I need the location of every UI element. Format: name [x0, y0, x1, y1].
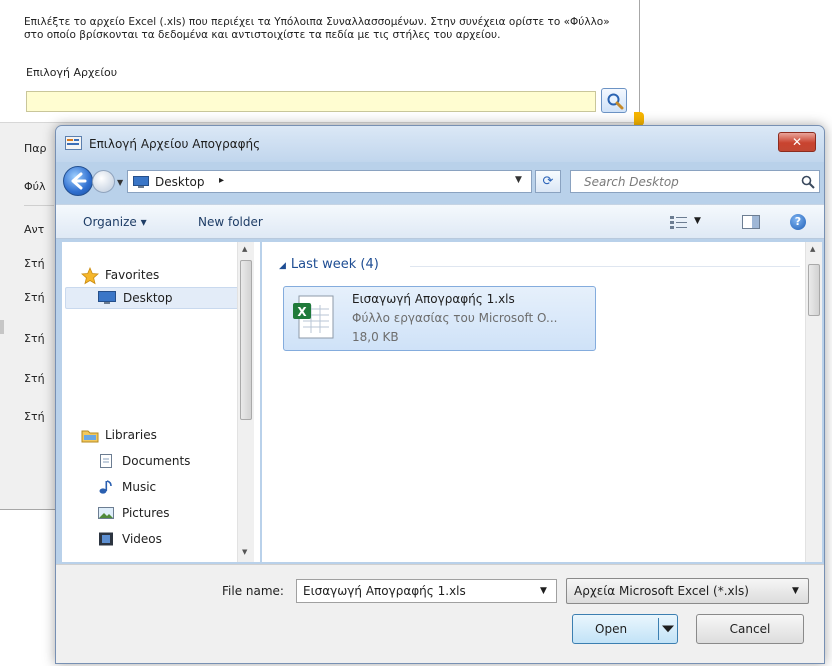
star-icon [81, 267, 99, 285]
file-name-label: File name: [222, 584, 284, 598]
address-dropdown-icon[interactable]: ▼ [515, 175, 522, 185]
back-arrow-icon [71, 172, 87, 190]
close-button[interactable]: ✕ [778, 132, 816, 152]
nav-pictures[interactable]: Pictures [98, 505, 228, 523]
organize-menu[interactable]: Organize ▾ [83, 215, 147, 229]
file-name: Εισαγωγή Απογραφής 1.xls [352, 292, 515, 306]
change-view-icon[interactable] [670, 215, 688, 229]
magnifier-icon [607, 93, 624, 110]
recent-locations-icon[interactable]: ▼ [117, 178, 123, 187]
file-group-header[interactable]: ◢ Last week (4) [279, 257, 379, 272]
group-divider [410, 266, 800, 267]
wizard-partial-label: Παρ [24, 142, 47, 155]
wizard-partial-label: Στή [24, 291, 45, 304]
file-type: Φύλλο εργασίας του Microsoft O... [352, 311, 558, 325]
new-folder-button[interactable]: New folder [198, 215, 263, 229]
videos-icon [99, 532, 113, 546]
search-placeholder: Search Desktop [584, 175, 679, 189]
cancel-button[interactable]: Cancel [696, 614, 804, 644]
help-icon[interactable]: ? [790, 214, 806, 230]
address-location[interactable]: Desktop [155, 175, 205, 189]
nav-favorites-label: Favorites [105, 268, 160, 282]
wizard-divider [24, 205, 54, 206]
navigation-pane: Favorites Desktop Libraries Documents Mu… [62, 242, 260, 562]
desktop-icon [98, 291, 116, 304]
navigation-scrollbar[interactable]: ▲ ▼ [237, 242, 254, 562]
file-type-dropdown-icon[interactable]: ▼ [792, 586, 799, 596]
open-button[interactable]: Open [572, 614, 678, 644]
breadcrumb-arrow-icon[interactable]: ▸ [219, 175, 224, 186]
documents-icon [100, 454, 112, 468]
view-dropdown-icon[interactable]: ▼ [694, 216, 701, 226]
file-item[interactable]: X Εισαγωγή Απογραφής 1.xls Φύλλο εργασία… [283, 286, 596, 351]
wizard-accent-edge [634, 112, 644, 126]
scroll-down-icon[interactable]: ▼ [242, 548, 247, 556]
refresh-button[interactable]: ⟳ [535, 170, 561, 193]
navigation-scroll-thumb[interactable] [240, 260, 252, 420]
file-type-select[interactable]: Αρχεία Microsoft Excel (*.xls) ▼ [566, 578, 809, 604]
dialog-app-icon [65, 136, 82, 150]
scroll-up-icon[interactable]: ▲ [242, 245, 247, 253]
svg-text:X: X [297, 305, 307, 319]
open-file-dialog: Επιλογή Αρχείου Απογραφής ✕ ▼ Desktop ▸ … [55, 125, 825, 664]
dialog-titlebar[interactable]: Επιλογή Αρχείου Απογραφής ✕ [56, 126, 824, 162]
browse-file-button[interactable] [601, 88, 627, 113]
nav-favorites[interactable]: Favorites [81, 267, 231, 285]
open-split-divider [658, 618, 659, 640]
refresh-icon: ⟳ [542, 174, 554, 189]
nav-libraries[interactable]: Libraries [81, 427, 231, 445]
nav-music[interactable]: Music [98, 479, 228, 497]
wizard-partial-label: Στή [24, 257, 45, 270]
file-size: 18,0 KB [352, 330, 399, 344]
open-button-label: Open [595, 622, 628, 636]
file-name-value[interactable]: Εισαγωγή Απογραφής 1.xls [303, 584, 466, 598]
file-group-label: Last week (4) [290, 257, 379, 272]
address-bar[interactable]: Desktop ▸ ▼ [127, 170, 532, 193]
wizard-partial-label: Φύλ [24, 180, 46, 193]
dialog-title: Επιλογή Αρχείου Απογραφής [89, 137, 261, 151]
excel-file-icon: X [293, 295, 334, 339]
nav-documents-label: Documents [122, 454, 191, 468]
nav-videos[interactable]: Videos [98, 531, 228, 549]
file-list-scroll-thumb[interactable] [808, 264, 820, 316]
nav-music-label: Music [122, 480, 157, 494]
open-options-arrow-icon[interactable] [662, 625, 674, 633]
window-edge-notch [0, 320, 4, 334]
nav-videos-label: Videos [122, 532, 162, 546]
nav-desktop[interactable]: Desktop [65, 287, 239, 309]
command-bar: Organize ▾ New folder ▼ ? [56, 204, 824, 239]
pictures-icon [98, 507, 114, 519]
back-button[interactable] [63, 166, 93, 196]
file-type-value: Αρχεία Microsoft Excel (*.xls) [574, 584, 749, 598]
wizard-top-panel: Επιλέξτε το αρχείο Excel (.xls) που περι… [0, 0, 639, 123]
file-path-input[interactable] [26, 91, 596, 112]
nav-pictures-label: Pictures [122, 506, 170, 520]
wizard-instructions: Επιλέξτε το αρχείο Excel (.xls) που περι… [24, 16, 610, 41]
wizard-partial-label: Στή [24, 372, 45, 385]
file-list-scrollbar[interactable]: ▲ [805, 242, 822, 562]
file-select-label: Επιλογή Αρχείου [26, 66, 118, 79]
file-list-pane: ◢ Last week (4) X Εισαγωγή Απογραφής 1.xl… [262, 242, 822, 562]
wizard-partial-label: Αντ [24, 223, 45, 236]
scroll-up-icon[interactable]: ▲ [810, 245, 815, 253]
music-icon [99, 480, 112, 494]
nav-libraries-label: Libraries [105, 428, 157, 442]
forward-button[interactable] [92, 170, 115, 193]
search-box[interactable]: Search Desktop [570, 170, 820, 193]
search-icon[interactable] [801, 175, 815, 189]
libraries-icon [81, 430, 99, 443]
file-name-dropdown-icon[interactable]: ▼ [540, 586, 547, 596]
desktop-icon [133, 176, 149, 188]
nav-documents[interactable]: Documents [98, 453, 228, 471]
file-name-input[interactable]: Εισαγωγή Απογραφής 1.xls ▼ [296, 579, 557, 603]
dialog-footer: File name: Εισαγωγή Απογραφής 1.xls ▼ Αρ… [56, 564, 824, 663]
preview-pane-icon[interactable] [742, 215, 760, 229]
wizard-partial-label: Στή [24, 332, 45, 345]
nav-desktop-label: Desktop [123, 291, 173, 305]
collapse-icon: ◢ [279, 261, 286, 271]
wizard-partial-label: Στή [24, 410, 45, 423]
